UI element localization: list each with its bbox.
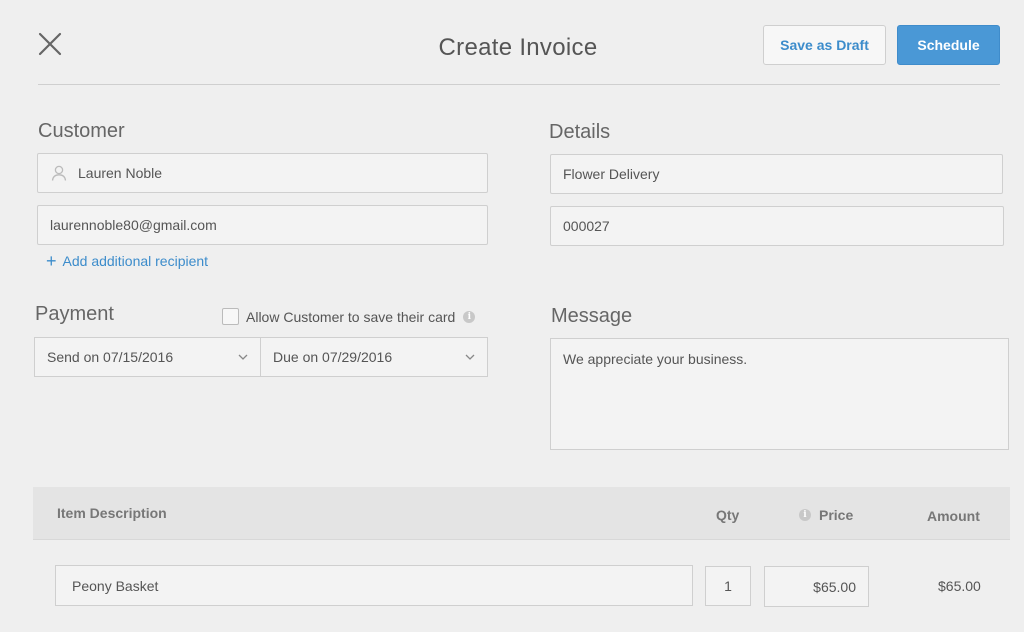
customer-email-value: laurennoble80@gmail.com bbox=[50, 217, 217, 233]
customer-name-value: Lauren Noble bbox=[78, 165, 163, 181]
message-value: We appreciate your business. bbox=[563, 351, 748, 367]
items-table-header bbox=[33, 487, 1010, 540]
customer-section-label: Customer bbox=[38, 120, 125, 142]
add-recipient-label: Add additional recipient bbox=[62, 253, 209, 269]
customer-name-field[interactable]: Lauren Noble bbox=[37, 153, 488, 193]
item-price-field[interactable]: $65.00 bbox=[764, 566, 869, 607]
details-section-label: Details bbox=[549, 121, 611, 143]
column-qty: Qty bbox=[716, 507, 740, 523]
info-icon[interactable]: i bbox=[799, 509, 811, 521]
save-as-draft-button[interactable]: Save as Draft bbox=[763, 25, 886, 65]
plus-icon: + bbox=[46, 251, 57, 271]
item-qty-value: 1 bbox=[724, 578, 732, 594]
chevron-down-icon bbox=[465, 354, 475, 360]
info-icon[interactable]: i bbox=[463, 310, 476, 323]
add-recipient-link[interactable]: + Add additional recipient bbox=[46, 251, 209, 271]
send-date-value: Send on 07/15/2016 bbox=[47, 349, 174, 365]
invoice-title-value: Flower Delivery bbox=[563, 166, 660, 182]
item-price-value: $65.00 bbox=[813, 578, 856, 595]
item-qty-field[interactable]: 1 bbox=[705, 566, 751, 606]
header-divider bbox=[38, 84, 1000, 85]
allow-save-card-label: Allow Customer to save their card bbox=[246, 308, 456, 325]
column-amount: Amount bbox=[927, 508, 980, 524]
allow-save-card-option[interactable]: Allow Customer to save their card i bbox=[222, 308, 476, 325]
due-date-select[interactable]: Due on 07/29/2016 bbox=[260, 337, 488, 377]
schedule-button[interactable]: Schedule bbox=[897, 25, 1000, 65]
allow-save-card-checkbox[interactable] bbox=[222, 308, 239, 325]
payment-section-label: Payment bbox=[35, 303, 114, 325]
chevron-down-icon bbox=[238, 354, 248, 360]
person-icon bbox=[51, 165, 67, 181]
message-textarea[interactable]: We appreciate your business. bbox=[550, 338, 1009, 450]
column-item-description: Item Description bbox=[57, 505, 167, 521]
customer-email-field[interactable]: laurennoble80@gmail.com bbox=[37, 205, 488, 245]
column-price: i Price bbox=[799, 507, 853, 523]
column-price-label: Price bbox=[819, 507, 854, 523]
item-description-value: Peony Basket bbox=[72, 577, 159, 594]
invoice-title-field[interactable]: Flower Delivery bbox=[550, 154, 1003, 194]
due-date-value: Due on 07/29/2016 bbox=[273, 349, 393, 365]
item-amount-value: $65.00 bbox=[938, 578, 981, 594]
send-date-select[interactable]: Send on 07/15/2016 bbox=[34, 337, 261, 377]
invoice-number-field[interactable]: 000027 bbox=[550, 206, 1004, 246]
invoice-number-value: 000027 bbox=[563, 218, 610, 234]
item-description-field[interactable]: Peony Basket bbox=[55, 565, 693, 606]
message-section-label: Message bbox=[551, 305, 633, 327]
